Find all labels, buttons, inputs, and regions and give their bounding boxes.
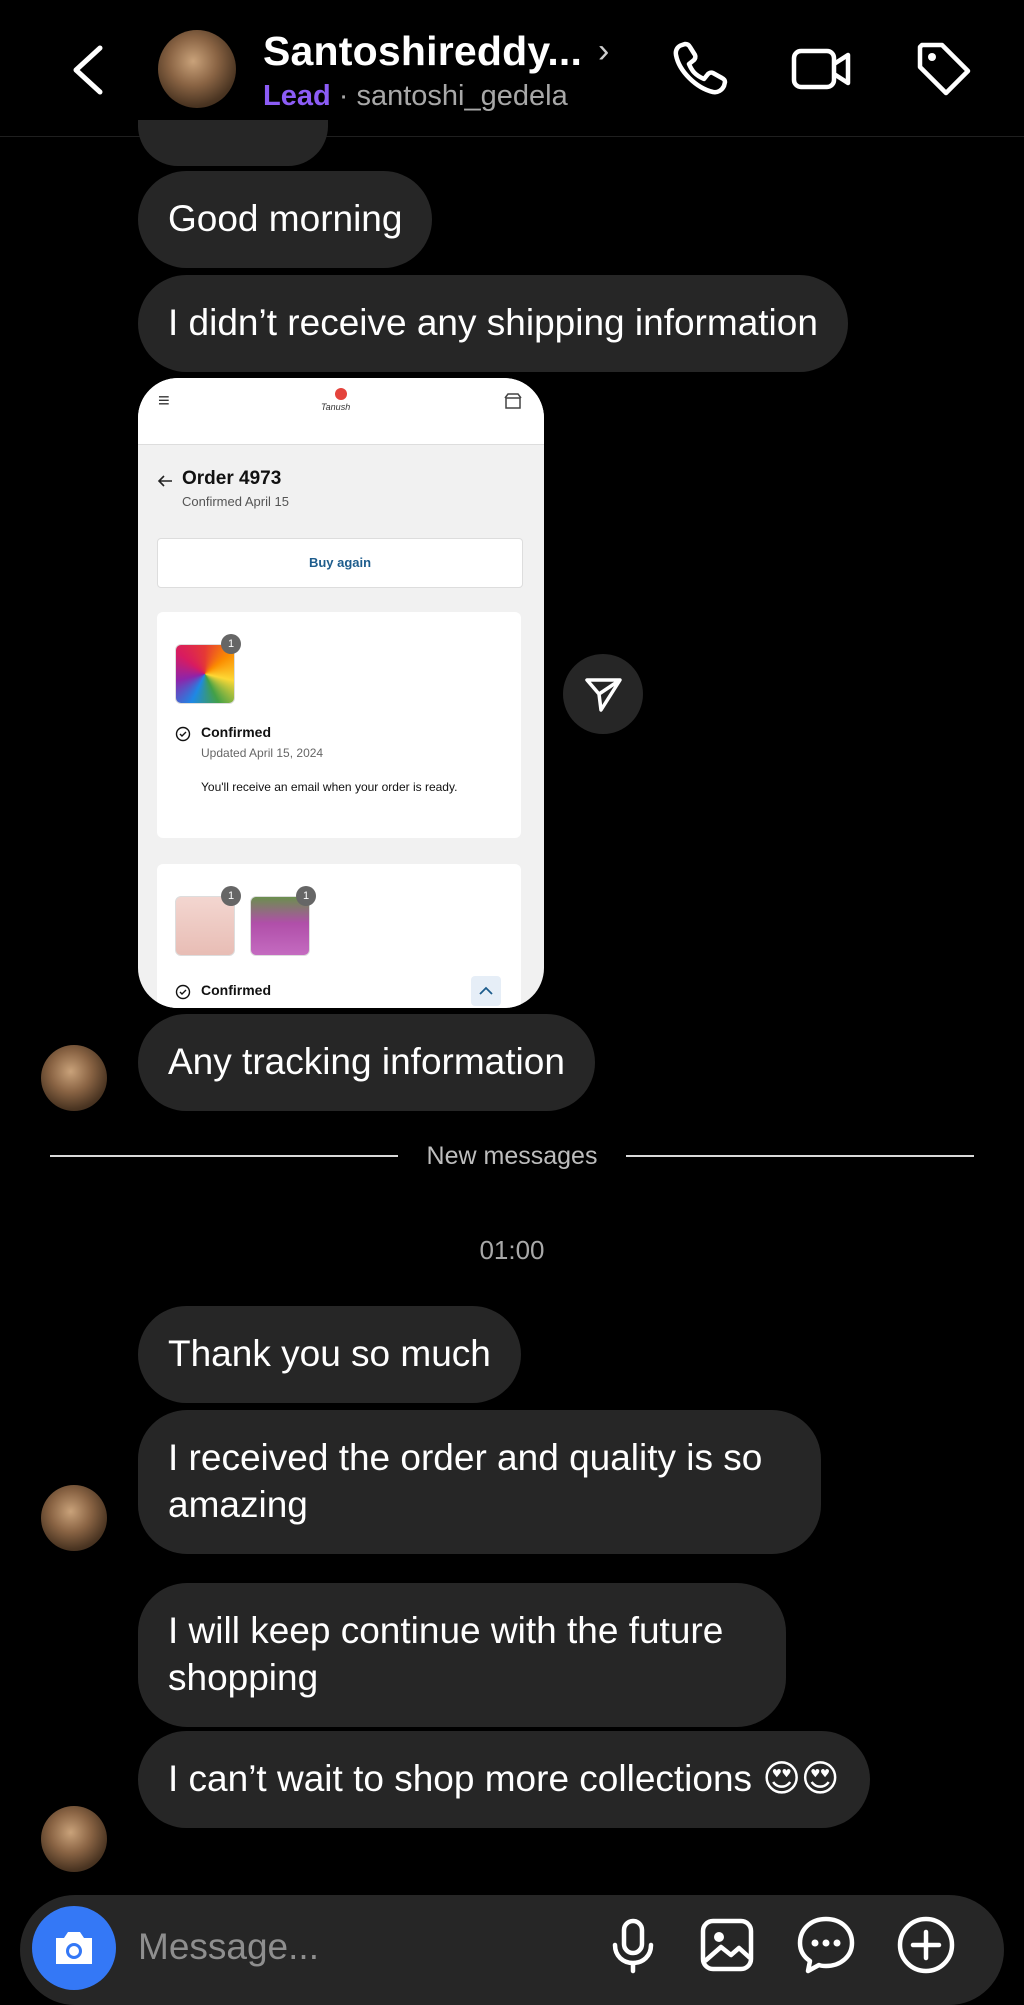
- contact-name[interactable]: Santoshireddy...: [263, 28, 582, 75]
- contact-username: santoshi_gedela: [356, 80, 568, 112]
- status-card: 1 Confirmed Updated April 15, 2024 You'l…: [157, 612, 521, 838]
- message-bubble[interactable]: Any tracking information: [138, 1014, 595, 1111]
- brand-logo: Tanush: [321, 402, 351, 412]
- message-bubble[interactable]: Good morning: [138, 171, 433, 268]
- gallery-icon[interactable]: [695, 1913, 759, 1977]
- arrow-left-icon: [157, 475, 172, 487]
- quantity-badge: 1: [221, 634, 241, 654]
- message-bubble[interactable]: I can’t wait to shop more collections 😍😍: [138, 1731, 870, 1828]
- chevron-right-icon[interactable]: ›: [598, 32, 609, 71]
- buy-again-button: Buy again: [157, 538, 523, 588]
- message-bubble[interactable]: I will keep continue with the future sho…: [138, 1583, 786, 1727]
- status-updated: Updated April 15, 2024: [201, 746, 324, 760]
- check-circle-icon: [175, 726, 191, 742]
- order-title: Order 4973: [182, 468, 282, 489]
- divider-line: [626, 1155, 974, 1157]
- new-messages-label: New messages: [426, 1142, 598, 1170]
- store-topbar: ≡ Tanush: [138, 378, 544, 445]
- message-bubble[interactable]: Thank you so much: [138, 1306, 521, 1403]
- contact-avatar[interactable]: [41, 1045, 107, 1111]
- contact-avatar[interactable]: [41, 1485, 107, 1551]
- send-icon: [585, 678, 622, 712]
- subtitle-separator: ·: [330, 80, 357, 112]
- message-input[interactable]: Message...: [138, 1926, 319, 1968]
- status-note: You'll receive an email when your order …: [201, 780, 458, 794]
- camera-button[interactable]: [32, 1906, 116, 1990]
- message-bubble[interactable]: I didn’t receive any shipping informatio…: [138, 275, 848, 372]
- microphone-icon[interactable]: [601, 1913, 665, 1977]
- chevron-up-icon: [471, 976, 501, 1006]
- quantity-badge: 1: [296, 886, 316, 906]
- back-icon[interactable]: [60, 40, 120, 100]
- plus-circle-icon[interactable]: [894, 1913, 958, 1977]
- message-bubble[interactable]: I received the order and quality is so a…: [138, 1410, 821, 1554]
- status-label: Confirmed: [201, 724, 271, 740]
- video-camera-icon[interactable]: [790, 37, 854, 101]
- share-button[interactable]: [563, 654, 643, 734]
- status-label: Confirmed: [201, 982, 271, 998]
- message-bubble-partial: [138, 120, 328, 166]
- divider-line: [50, 1155, 398, 1157]
- store-icon: [504, 393, 522, 409]
- order-date: Confirmed April 15: [182, 494, 289, 509]
- quantity-badge: 1: [221, 886, 241, 906]
- check-circle-icon: [175, 984, 191, 1000]
- camera-icon: [56, 1932, 92, 1964]
- shared-screenshot[interactable]: ≡ Tanush Order 4973 Confirmed April 15 B…: [138, 378, 544, 1008]
- contact-avatar[interactable]: [158, 30, 236, 108]
- brand-logo-mark: [335, 388, 347, 400]
- sticker-chat-icon[interactable]: [794, 1913, 858, 1977]
- menu-icon: ≡: [158, 390, 170, 412]
- phone-icon[interactable]: [668, 37, 732, 101]
- chat-header: Santoshireddy... › Lead · santoshi_gedel…: [0, 0, 1024, 137]
- timestamp: 01:00: [479, 1235, 545, 1265]
- tag-icon[interactable]: [912, 37, 976, 101]
- status-card: 1 1 Confirmed: [157, 864, 521, 1008]
- contact-subtitle: Lead · santoshi_gedela: [263, 80, 568, 113]
- contact-avatar[interactable]: [41, 1806, 107, 1872]
- lead-label[interactable]: Lead: [263, 80, 331, 112]
